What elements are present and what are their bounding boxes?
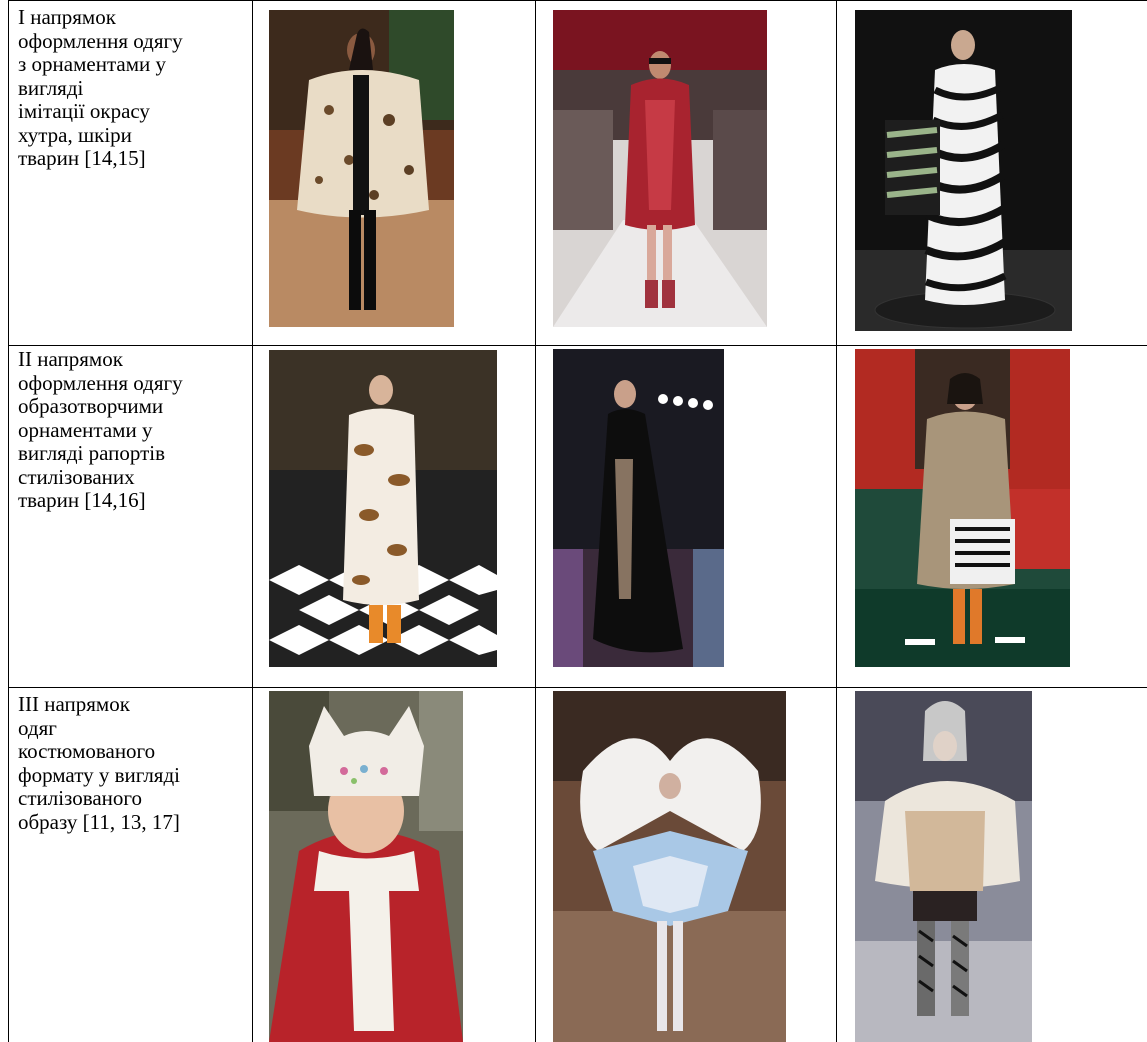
row-3-line-3: костюмованого bbox=[18, 739, 156, 763]
child-cat-hat-scarf-photo bbox=[269, 691, 463, 1042]
row-3-line-2: одяг bbox=[18, 715, 57, 740]
row-divider-2 bbox=[8, 687, 1147, 688]
row-2-description: ІІ напрямок оформлення одягу образотворч… bbox=[18, 347, 246, 513]
row-3-description: ІІІ напрямок одяг костюмованого формату … bbox=[18, 692, 246, 834]
row-1-line-6: хутра, шкіри bbox=[18, 122, 132, 147]
runway-leopard-print-coat-photo bbox=[269, 350, 497, 667]
row-2-line-6: стилізованих bbox=[18, 464, 135, 489]
row-1-line-2: оформлення одягу bbox=[18, 28, 183, 53]
runway-red-snakeskin-coat-photo bbox=[553, 10, 767, 327]
row-1-line-1: І напрямок bbox=[18, 5, 116, 29]
runway-khaki-hoodie-dress-photo bbox=[855, 349, 1070, 667]
row-3-line-5: стилізованого bbox=[18, 786, 143, 810]
runway-black-sheer-gown-photo bbox=[553, 349, 724, 667]
column-divider-1 bbox=[252, 0, 253, 1042]
column-divider-3 bbox=[836, 0, 837, 1042]
runway-white-bow-costume-photo bbox=[553, 691, 786, 1042]
runway-fur-coat-photo bbox=[269, 10, 454, 327]
row-divider-1 bbox=[8, 345, 1147, 346]
row-1-line-3: з орнаментами у bbox=[18, 52, 166, 76]
row-3-line-6: образу [11, 13, 17] bbox=[18, 809, 180, 834]
column-divider-2 bbox=[535, 0, 536, 1042]
row-2-line-3: образотворчими bbox=[18, 394, 164, 418]
row-3-line-1: ІІІ напрямок bbox=[18, 692, 130, 716]
row-2-line-5: вигляді рапортів bbox=[18, 441, 166, 465]
row-3-line-4: формату у вигляді bbox=[18, 762, 180, 787]
row-1-line-5: імітації окрасу bbox=[18, 99, 150, 123]
row-1-line-4: вигляді bbox=[18, 75, 84, 100]
runway-zebra-print-dress-photo bbox=[855, 10, 1072, 331]
runway-hooded-cape-costume-photo bbox=[855, 691, 1032, 1042]
row-2-line-2: оформлення одягу bbox=[18, 370, 183, 395]
table-left-border bbox=[8, 0, 9, 1042]
row-1-line-7: тварин [14,15] bbox=[18, 146, 146, 170]
row-1-description: І напрямок оформлення одягу з орнаментам… bbox=[18, 5, 246, 171]
row-2-line-7: тварин [14,16] bbox=[18, 488, 146, 512]
row-2-line-1: ІІ напрямок bbox=[18, 347, 123, 371]
row-2-line-4: орнаментами у bbox=[18, 417, 153, 442]
table-top-border bbox=[8, 0, 1147, 1]
